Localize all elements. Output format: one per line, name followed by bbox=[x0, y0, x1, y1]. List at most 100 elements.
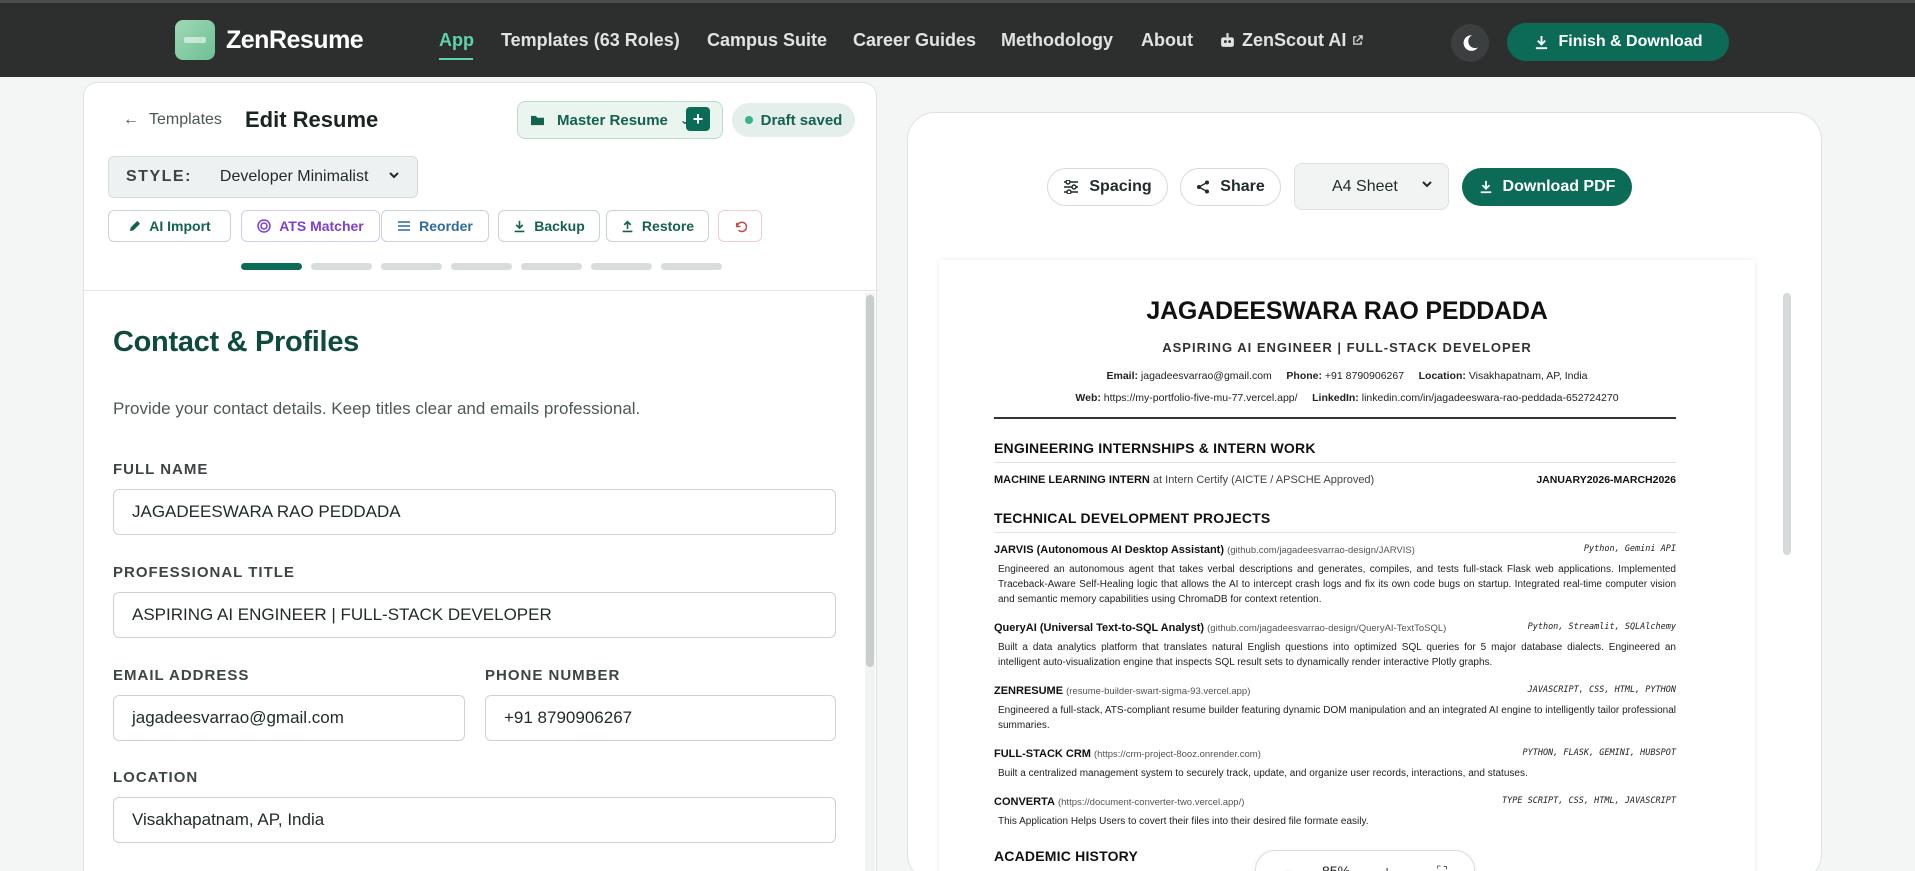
section-title: Contact & Profiles bbox=[113, 326, 359, 358]
nav-link-methodology[interactable]: Methodology bbox=[1001, 30, 1113, 51]
nav-link-career-guides[interactable]: Career Guides bbox=[853, 30, 976, 51]
project-link: (https://crm-project-8ooz.onrender.com) bbox=[1094, 749, 1261, 760]
resume-contact-line: Email: jagadeesvarrao@gmail.com Phone: +… bbox=[939, 370, 1755, 382]
project-description: Engineered an autonomous agent that take… bbox=[998, 564, 1676, 605]
share-icon bbox=[1197, 180, 1210, 194]
phone-value: +91 8790906267 bbox=[1324, 370, 1405, 382]
active-link-underline bbox=[439, 58, 473, 60]
nav-link-about[interactable]: About bbox=[1141, 30, 1193, 51]
chevron-down-icon bbox=[389, 172, 399, 179]
spacing-label: Spacing bbox=[1089, 178, 1152, 195]
step-indicator-2[interactable] bbox=[311, 263, 372, 270]
zoom-control: − 85% + ⛶ bbox=[1255, 850, 1475, 871]
location-label: LOCATION bbox=[113, 769, 199, 786]
project-link: (github.com/jagadeesvarrao-design/JARVIS… bbox=[1227, 545, 1415, 556]
step-indicator-7[interactable] bbox=[661, 263, 722, 270]
reorder-label: Reorder bbox=[419, 218, 473, 234]
preview-scrollbar-thumb[interactable] bbox=[1783, 293, 1791, 555]
resume-section-projects: TECHNICAL DEVELOPMENT PROJECTS bbox=[994, 510, 1271, 526]
form-scrollbar-thumb[interactable] bbox=[866, 295, 874, 667]
location-input[interactable]: Visakhapatnam, AP, India bbox=[113, 797, 836, 843]
project-link: (github.com/jagadeesvarrao-design/QueryA… bbox=[1207, 623, 1447, 634]
back-label: Templates bbox=[149, 111, 222, 128]
project-description: Built a centralized management system to… bbox=[998, 768, 1528, 779]
phone-input[interactable]: +91 8790906267 bbox=[485, 695, 836, 741]
email-input[interactable]: jagadeesvarrao@gmail.com bbox=[113, 695, 465, 741]
status-dot-icon bbox=[744, 116, 753, 124]
share-label: Share bbox=[1220, 178, 1265, 195]
nav-link-templates[interactable]: Templates (63 Roles) bbox=[501, 30, 680, 51]
section-rule bbox=[994, 462, 1676, 463]
step-indicator-6[interactable] bbox=[591, 263, 652, 270]
intern-dates: JANUARY2026-MARCH2026 bbox=[1536, 474, 1676, 486]
project-description: Built a data analytics platform that tra… bbox=[998, 642, 1676, 668]
zenscout-label: ZenScout AI bbox=[1242, 30, 1347, 50]
project-tech: PYTHON, FLASK, GEMINI, HUBSPOT bbox=[1522, 748, 1676, 758]
brand-logo-icon[interactable] bbox=[175, 20, 215, 60]
pencil-icon bbox=[130, 220, 141, 231]
project-tech: Python, Gemini API bbox=[1583, 544, 1676, 554]
undo-button[interactable] bbox=[718, 210, 762, 242]
ats-matcher-button[interactable]: ATS Matcher bbox=[241, 210, 380, 242]
project-tech: JAVASCRIPT, CSS, HTML, PYTHON bbox=[1527, 685, 1676, 695]
project-title-row: FULL-STACK CRM (https://crm-project-8ooz… bbox=[994, 748, 1676, 760]
style-value: Developer Minimalist bbox=[219, 168, 369, 185]
section-description: Provide your contact details. Keep title… bbox=[113, 399, 641, 418]
project-link: (resume-builder-swart-sigma-93.vercel.ap… bbox=[1066, 686, 1251, 697]
resume-header-rule bbox=[994, 417, 1676, 419]
restore-button[interactable]: Restore bbox=[606, 210, 709, 242]
professional-title-input[interactable]: ASPIRING AI ENGINEER | FULL-STACK DEVELO… bbox=[113, 592, 836, 638]
intern-org: at Intern Certify (AICTE / APSCHE Approv… bbox=[1152, 474, 1375, 486]
brand-name[interactable]: ZenResume bbox=[226, 26, 364, 55]
editor-panel: ← Templates Edit Resume Master Resume ⌄ … bbox=[83, 82, 878, 871]
draft-status-label: Draft saved bbox=[760, 111, 843, 129]
download-pdf-button[interactable]: Download PDF bbox=[1462, 168, 1632, 206]
resume-section-internships: ENGINEERING INTERNSHIPS & INTERN WORK bbox=[994, 440, 1316, 456]
project-title: FULL-STACK CRM bbox=[994, 748, 1091, 760]
location-key: Location: bbox=[1418, 370, 1466, 382]
email-label: EMAIL ADDRESS bbox=[113, 667, 250, 684]
download-pdf-label: Download PDF bbox=[1502, 178, 1616, 195]
project-title: CONVERTA bbox=[994, 796, 1055, 808]
project-title: QueryAI (Universal Text-to-SQL Analyst) bbox=[994, 622, 1205, 634]
nav-link-campus-suite[interactable]: Campus Suite bbox=[707, 30, 827, 51]
nav-link-zenscout-ai[interactable]: ZenScout AI bbox=[1219, 30, 1364, 51]
zoom-out-button[interactable]: − bbox=[1284, 863, 1292, 871]
step-indicator-4[interactable] bbox=[451, 263, 512, 270]
ats-matcher-label: ATS Matcher bbox=[279, 218, 364, 234]
full-name-input[interactable]: JAGADEESWARA RAO PEDDADA bbox=[113, 489, 836, 535]
step-indicator-5[interactable] bbox=[521, 263, 582, 270]
arrow-left-icon: ← bbox=[123, 111, 139, 128]
finish-download-button[interactable]: Finish & Download bbox=[1507, 23, 1729, 61]
finish-download-label: Finish & Download bbox=[1558, 33, 1703, 50]
download-icon bbox=[514, 220, 525, 232]
style-select[interactable]: STYLE: Developer Minimalist bbox=[108, 156, 418, 198]
sheet-size-select[interactable]: A4 Sheet bbox=[1294, 163, 1449, 210]
add-resume-button[interactable]: + bbox=[686, 107, 710, 131]
spacing-button[interactable]: Spacing bbox=[1047, 168, 1168, 206]
style-label: STYLE: bbox=[126, 168, 192, 185]
resume-name: JAGADEESWARA RAO PEDDADA bbox=[1146, 297, 1548, 325]
step-indicator-3[interactable] bbox=[381, 263, 442, 270]
web-value: https://my-portfolio-five-mu-77.vercel.a… bbox=[1103, 392, 1298, 404]
email-key: Email: bbox=[1106, 370, 1138, 382]
share-button[interactable]: Share bbox=[1180, 168, 1281, 206]
list-icon bbox=[398, 221, 411, 231]
back-to-templates-link[interactable]: ← Templates bbox=[123, 111, 222, 129]
project-description: Engineered a full-stack, ATS-compliant r… bbox=[998, 705, 1676, 731]
zoom-level: 85% bbox=[1322, 863, 1351, 871]
resume-links-line: Web: https://my-portfolio-five-mu-77.ver… bbox=[939, 392, 1755, 404]
fullscreen-icon[interactable]: ⛶ bbox=[1437, 863, 1447, 871]
backup-label: Backup bbox=[534, 218, 585, 234]
target-icon bbox=[257, 219, 271, 233]
download-icon bbox=[1535, 35, 1547, 49]
backup-button[interactable]: Backup bbox=[498, 210, 600, 242]
nav-link-app[interactable]: App bbox=[439, 30, 474, 51]
reorder-button[interactable]: Reorder bbox=[381, 210, 489, 242]
section-rule bbox=[994, 532, 1676, 533]
ai-import-button[interactable]: AI Import bbox=[108, 210, 231, 242]
step-indicator-1[interactable] bbox=[241, 263, 302, 270]
dark-mode-toggle[interactable] bbox=[1451, 24, 1489, 62]
chevron-down-icon bbox=[1422, 181, 1432, 188]
zoom-in-button[interactable]: + bbox=[1383, 863, 1391, 871]
